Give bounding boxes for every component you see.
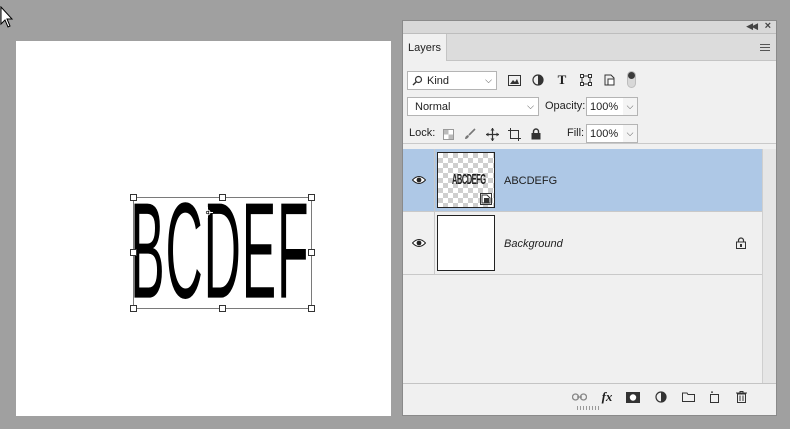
tab-layers-label: Layers: [407, 41, 442, 54]
transform-handle-bottom-left[interactable]: [130, 305, 137, 312]
search-icon: [412, 75, 423, 86]
layers-panel: ◀◀ × Layers Kind ⌵ T Normal ⌵ Opacity: 1…: [402, 20, 777, 416]
transform-handle-bottom-center[interactable]: [219, 305, 226, 312]
filter-adjustment-layers-icon[interactable]: [531, 73, 545, 87]
panel-title-bar[interactable]: ◀◀ ×: [403, 20, 776, 34]
filter-shape-layers-icon[interactable]: [579, 73, 593, 87]
filter-smart-objects-icon[interactable]: [603, 73, 617, 87]
visibility-eye-icon[interactable]: [412, 175, 426, 185]
layer-filter-row: Kind ⌵ T: [403, 69, 776, 91]
layer-list-scrollbar[interactable]: [762, 149, 776, 383]
fill-value: 100%: [590, 127, 619, 140]
delete-layer-trash-icon[interactable]: [733, 390, 749, 404]
chevron-down-icon: ⌵: [527, 101, 534, 111]
row-divider: [434, 149, 435, 212]
layer-thumbnail-text: ABCDEFG: [452, 171, 486, 188]
layer-thumbnail[interactable]: ABCDEFG: [437, 152, 495, 208]
lock-transparent-pixels-icon[interactable]: [441, 127, 455, 141]
link-layers-icon[interactable]: [571, 390, 587, 404]
transform-bounding-box[interactable]: [133, 197, 312, 309]
mouse-pointer-icon: [0, 6, 14, 28]
smart-object-icon: [480, 193, 492, 205]
document-canvas[interactable]: ABCDEFG: [16, 41, 391, 416]
filter-kind-label: Kind: [427, 74, 450, 87]
opacity-label: Opacity:: [545, 100, 586, 112]
transform-handle-middle-left[interactable]: [130, 249, 137, 256]
new-group-folder-icon[interactable]: [680, 390, 696, 404]
panel-tab-row: Layers: [403, 34, 776, 61]
lock-row: Lock: Fill: 100% ⌵: [403, 124, 776, 144]
lock-all-icon[interactable]: [529, 127, 543, 141]
reference-point-icon[interactable]: [202, 207, 213, 218]
layer-name[interactable]: ABCDEFG: [504, 175, 557, 187]
visibility-eye-icon[interactable]: [412, 238, 426, 248]
lock-label: Lock:: [409, 127, 436, 139]
filter-type-layers-icon[interactable]: T: [555, 72, 569, 87]
opacity-value: 100%: [590, 100, 619, 113]
transform-handle-bottom-right[interactable]: [308, 305, 315, 312]
fill-dropdown-button[interactable]: ⌵: [623, 124, 638, 143]
new-adjustment-layer-icon[interactable]: [653, 390, 669, 404]
opacity-dropdown-button[interactable]: ⌵: [623, 97, 638, 116]
filter-kind-select[interactable]: Kind ⌵: [407, 71, 497, 90]
transform-handle-middle-right[interactable]: [308, 249, 315, 256]
opacity-input[interactable]: 100%: [586, 97, 624, 116]
lock-image-pixels-icon[interactable]: [463, 127, 477, 141]
layer-name[interactable]: Background: [504, 238, 563, 250]
blend-mode-value: Normal: [415, 100, 451, 113]
chevron-down-icon: ⌵: [485, 75, 492, 85]
filter-toggle-switch[interactable]: [627, 71, 636, 88]
fill-input[interactable]: 100%: [586, 124, 624, 143]
transform-handle-top-center[interactable]: [219, 194, 226, 201]
panel-bottom-bar: fx: [403, 383, 776, 410]
layer-row-background[interactable]: Background: [403, 212, 762, 275]
fill-label: Fill:: [567, 127, 585, 139]
collapse-panel-icon[interactable]: ◀◀: [746, 21, 758, 32]
lock-position-icon[interactable]: [485, 127, 499, 141]
lock-artboard-icon[interactable]: [507, 127, 521, 141]
new-layer-icon[interactable]: [706, 390, 722, 404]
layer-style-fx-icon[interactable]: fx: [599, 389, 615, 404]
row-divider: [434, 212, 435, 275]
panel-menu-icon[interactable]: [760, 44, 770, 51]
transform-handle-top-left[interactable]: [130, 194, 137, 201]
tab-layers[interactable]: Layers: [403, 34, 447, 61]
blend-row: Normal ⌵ Opacity: 100% ⌵: [403, 97, 776, 117]
layer-lock-icon[interactable]: [736, 237, 746, 249]
panel-resize-grip[interactable]: [577, 406, 601, 410]
transform-handle-top-right[interactable]: [308, 194, 315, 201]
layer-list: ABCDEFG ABCDEFG Background: [403, 149, 762, 383]
close-panel-icon[interactable]: ×: [765, 20, 771, 32]
layer-thumbnail[interactable]: [437, 215, 495, 271]
filter-pixel-layers-icon[interactable]: [507, 73, 521, 87]
add-mask-icon[interactable]: [625, 390, 641, 404]
blend-mode-select[interactable]: Normal ⌵: [407, 97, 539, 116]
layer-row-abcdefg[interactable]: ABCDEFG ABCDEFG: [403, 149, 762, 212]
